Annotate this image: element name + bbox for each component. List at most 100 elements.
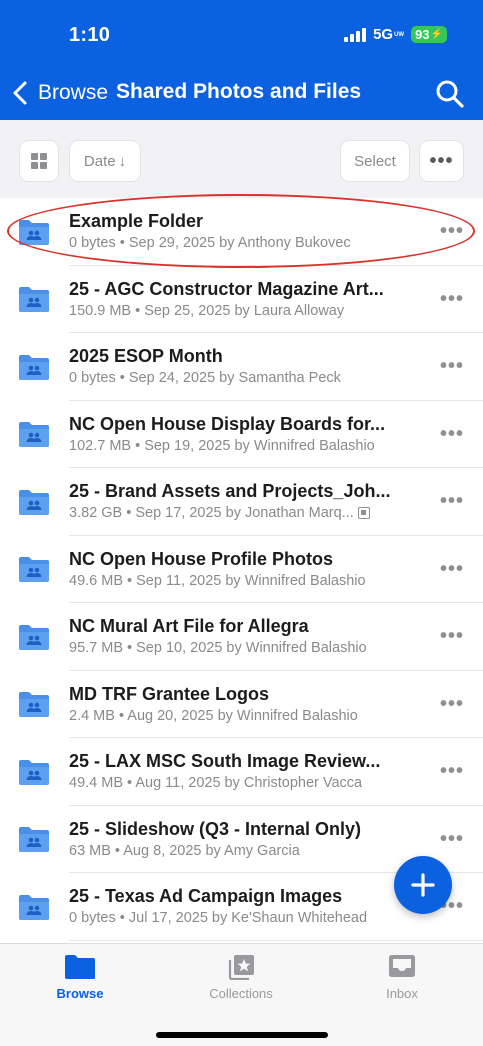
- grid-icon: [31, 153, 47, 169]
- row-more-button[interactable]: •••: [436, 828, 468, 851]
- folder-row[interactable]: 25 - AGC Constructor Magazine Art... 150.…: [0, 266, 483, 334]
- folder-name: 2025 ESOP Month: [69, 346, 223, 366]
- back-label: Browse: [38, 81, 109, 104]
- tab-label: Browse: [56, 986, 104, 1001]
- status-indicators: 5G UW 93 ⚡: [344, 26, 447, 43]
- shared-folder-icon: [19, 692, 49, 718]
- folder-info: 25 - Slideshow (Q3 - Internal Only) 63 MB…: [69, 819, 413, 859]
- folder-meta-text: 102.7 MB • Sep 19, 2025 by Winnifred Bal…: [69, 437, 375, 454]
- folder-info: 25 - LAX MSC South Image Review... 49.4 M…: [69, 751, 413, 791]
- row-more-button[interactable]: •••: [436, 558, 468, 581]
- folder-row[interactable]: NC Open House Display Boards for... 102.7…: [0, 401, 483, 469]
- row-more-button[interactable]: •••: [436, 625, 468, 648]
- folder-meta-text: 150.9 MB • Sep 25, 2025 by Laura Alloway: [69, 302, 345, 319]
- collections-icon: [228, 955, 254, 980]
- charging-icon: ⚡: [430, 29, 443, 40]
- folder-info: NC Mural Art File for Allegra 95.7 MB • S…: [69, 616, 413, 656]
- shared-folder-icon: [19, 894, 49, 920]
- row-more-button[interactable]: •••: [436, 220, 468, 243]
- back-button[interactable]: Browse: [10, 78, 108, 108]
- row-more-button[interactable]: •••: [436, 490, 468, 513]
- sort-button[interactable]: Date ↓: [69, 140, 141, 182]
- row-more-button[interactable]: •••: [436, 760, 468, 783]
- folder-row[interactable]: NC Open House Profile Photos 49.6 MB • Se…: [0, 536, 483, 604]
- row-more-button[interactable]: •••: [436, 693, 468, 716]
- folder-meta: 102.7 MB • Sep 19, 2025 by Winnifred Bal…: [69, 438, 413, 454]
- folder-row[interactable]: Example Folder 0 bytes • Sep 29, 2025 by …: [0, 198, 483, 266]
- row-more-button[interactable]: •••: [436, 423, 468, 446]
- folder-info: 25 - Brand Assets and Projects_Joh... 3.8…: [69, 481, 413, 521]
- folder-meta: 2.4 MB • Aug 20, 2025 by Winnifred Balas…: [69, 708, 413, 724]
- status-time: 1:10: [69, 24, 111, 46]
- folder-meta: 49.6 MB • Sep 11, 2025 by Winnifred Bala…: [69, 573, 413, 589]
- folder-info: NC Open House Display Boards for... 102.7…: [69, 414, 413, 454]
- more-options-button[interactable]: •••: [419, 140, 464, 182]
- folder-meta: 49.4 MB • Aug 11, 2025 by Christopher Va…: [69, 775, 413, 791]
- folder-meta-text: 3.82 GB • Sep 17, 2025 by Jonathan Marq.…: [69, 505, 354, 521]
- folder-meta: 0 bytes • Sep 24, 2025 by Samantha Peck: [69, 370, 413, 386]
- row-more-button[interactable]: •••: [436, 355, 468, 378]
- sort-label: Date: [83, 152, 116, 170]
- network-label: 5G: [373, 26, 394, 43]
- folder-name: NC Open House Profile Photos: [69, 548, 334, 569]
- folder-meta-text: 63 MB • Aug 8, 2025 by Amy Garcia: [69, 842, 300, 859]
- folder-info: 25 - Texas Ad Campaign Images 0 bytes • J…: [69, 886, 413, 926]
- folder-info: 25 - AGC Constructor Magazine Art... 150.…: [69, 279, 413, 319]
- battery-level: 93: [415, 27, 430, 42]
- folder-info: MD TRF Grantee Logos 2.4 MB • Aug 20, 202…: [69, 684, 413, 724]
- shared-folder-icon: [19, 287, 49, 313]
- shared-folder-icon: [19, 624, 49, 650]
- folder-name: 25 - Texas Ad Campaign Images: [69, 886, 343, 906]
- folder-meta: 3.82 GB • Sep 17, 2025 by Jonathan Marq.…: [69, 505, 413, 521]
- folder-meta-text: 0 bytes • Sep 24, 2025 by Samantha Peck: [69, 370, 341, 386]
- folder-meta-text: 0 bytes • Jul 17, 2025 by Ke'Shaun White…: [69, 910, 368, 926]
- folder-name: MD TRF Grantee Logos: [69, 683, 270, 704]
- folder-meta: 0 bytes • Sep 29, 2025 by Anthony Bukove…: [69, 235, 413, 251]
- folder-row[interactable]: 25 - LAX MSC South Image Review... 49.4 M…: [0, 738, 483, 806]
- file-list: Example Folder 0 bytes • Sep 29, 2025 by …: [0, 198, 483, 941]
- shared-folder-icon: [19, 827, 49, 853]
- folder-row[interactable]: 2025 ESOP Month 0 bytes • Sep 24, 2025 by…: [0, 333, 483, 401]
- folder-name: 25 - Brand Assets and Projects_Joh...: [69, 481, 391, 501]
- folder-meta-text: 0 bytes • Sep 29, 2025 by Anthony Bukove…: [69, 235, 351, 251]
- folder-name: 25 - AGC Constructor Magazine Art...: [69, 278, 384, 299]
- add-button[interactable]: [394, 856, 452, 914]
- folder-meta-text: 49.6 MB • Sep 11, 2025 by Winnifred Bala…: [69, 572, 366, 589]
- arrow-down-icon: ↓: [118, 152, 127, 170]
- chevron-left-icon: [13, 81, 27, 105]
- select-button[interactable]: Select: [340, 140, 410, 182]
- folder-info: Example Folder 0 bytes • Sep 29, 2025 by …: [69, 211, 413, 251]
- folder-name: Example Folder: [69, 211, 204, 231]
- folder-row[interactable]: 25 - Brand Assets and Projects_Joh... 3.8…: [0, 468, 483, 536]
- folder-name: 25 - Slideshow (Q3 - Internal Only): [69, 818, 362, 839]
- toolbar: Date ↓ Select •••: [0, 120, 483, 198]
- shared-folder-icon: [19, 354, 49, 380]
- tab-inbox[interactable]: Inbox: [352, 954, 452, 1001]
- tab-browse[interactable]: Browse: [30, 954, 130, 1001]
- plus-icon: [411, 873, 435, 897]
- folder-info: NC Open House Profile Photos 49.6 MB • Se…: [69, 549, 413, 589]
- row-more-button[interactable]: •••: [436, 288, 468, 311]
- folder-name: NC Mural Art File for Allegra: [69, 616, 309, 636]
- folder-meta: 0 bytes • Jul 17, 2025 by Ke'Shaun White…: [69, 910, 413, 926]
- shared-folder-icon: [19, 219, 49, 245]
- home-indicator: [156, 1032, 328, 1038]
- network-sub-label: UW: [394, 31, 405, 38]
- folder-info: 2025 ESOP Month 0 bytes • Sep 24, 2025 by…: [69, 346, 413, 386]
- search-icon[interactable]: [434, 78, 466, 110]
- folder-name: 25 - LAX MSC South Image Review...: [69, 751, 381, 771]
- folder-row[interactable]: NC Mural Art File for Allegra 95.7 MB • S…: [0, 603, 483, 671]
- signal-icon: [344, 27, 367, 42]
- folder-icon: [65, 955, 95, 979]
- network-indicator: 5G UW: [373, 26, 404, 43]
- folder-meta: 63 MB • Aug 8, 2025 by Amy Garcia: [69, 843, 413, 859]
- folder-meta-text: 95.7 MB • Sep 10, 2025 by Winnifred Bala…: [69, 640, 367, 656]
- folder-name: NC Open House Display Boards for...: [69, 413, 386, 434]
- shared-folder-icon: [19, 489, 49, 515]
- tab-collections[interactable]: Collections: [191, 954, 291, 1001]
- tab-bar: Browse Collections Inbox: [0, 943, 483, 1046]
- grid-view-button[interactable]: [19, 140, 59, 182]
- app-header: 1:10 5G UW 93 ⚡ Browse Shared Photos and…: [0, 0, 483, 120]
- folder-row[interactable]: MD TRF Grantee Logos 2.4 MB • Aug 20, 202…: [0, 671, 483, 739]
- folder-meta: 95.7 MB • Sep 10, 2025 by Winnifred Bala…: [69, 640, 413, 656]
